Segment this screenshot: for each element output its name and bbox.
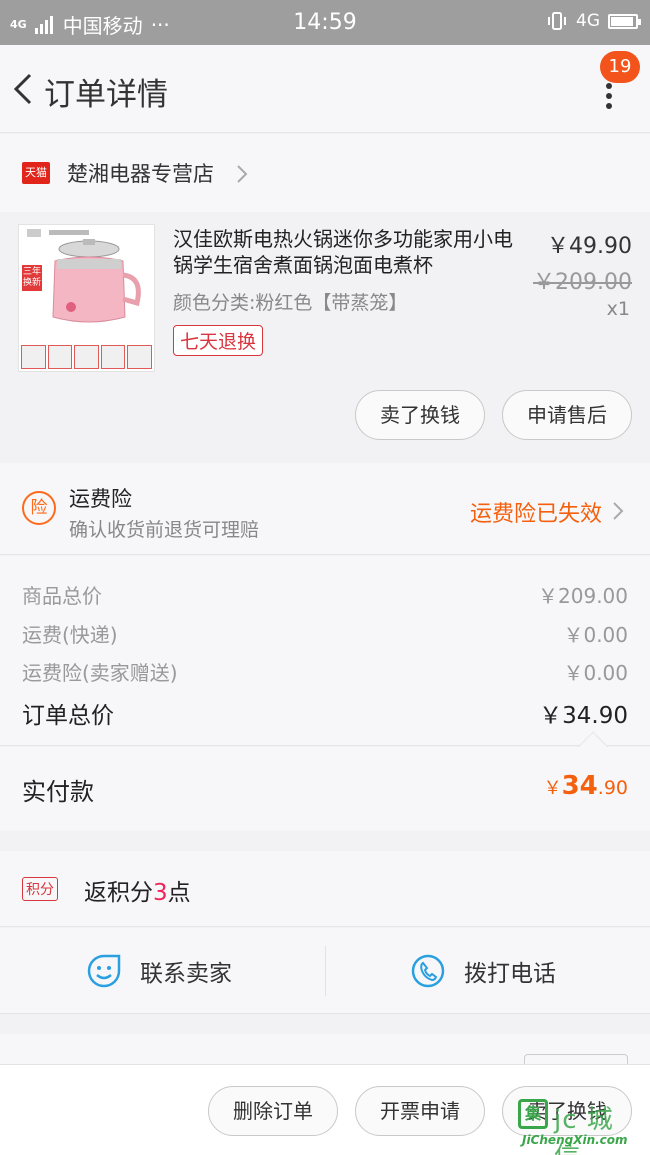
store-name: 楚湘电器专营店	[67, 162, 214, 186]
points-text: 返积分3点	[84, 873, 191, 907]
insurance-status: 运费险已失效	[469, 502, 602, 527]
summary-label: 运费(快递)	[22, 623, 118, 647]
battery-icon	[608, 13, 641, 29]
contact-seller-label: 联系卖家	[140, 961, 232, 987]
insurance-icon: 险	[22, 491, 56, 525]
insurance-title: 运费险	[69, 487, 132, 511]
summary-row: 运费险(卖家赠送) ￥0.00	[22, 657, 628, 686]
product-thumbnail[interactable]: 三年换新	[18, 224, 155, 372]
product-quantity: x1	[606, 298, 630, 320]
store-row[interactable]: 天猫 楚湘电器专营店	[0, 134, 650, 212]
call-phone-button[interactable]: 拨打电话	[410, 928, 556, 1014]
order-total-row: 订单总价 ￥34.90	[22, 696, 628, 730]
phone-icon	[411, 954, 445, 988]
product-spec: 颜色分类:粉红色【带蒸笼】	[173, 292, 408, 314]
sell-for-cash-button[interactable]: 卖了换钱	[355, 390, 485, 440]
site-watermark: 集 jc 城 信 JiChengXin.com	[518, 1095, 646, 1155]
product-card[interactable]: 三年换新 汉佳欧斯电热火锅迷你多功能家用小电锅学生宿舍煮面锅泡面电煮杯 颜色分类…	[0, 212, 650, 462]
order-total-value: ￥34.90	[539, 703, 628, 729]
paid-amount-row: 实付款 ￥34.90	[0, 747, 650, 831]
points-prefix: 返积分	[84, 880, 153, 906]
points-icon: 积分	[22, 877, 58, 901]
page-title: 订单详情	[44, 77, 168, 113]
network-type: 4G	[576, 11, 600, 31]
tmall-logo-icon: 天猫	[22, 162, 50, 184]
points-row: 积分 返积分3点	[0, 851, 650, 927]
next-section-partial	[0, 1034, 650, 1074]
shipping-insurance-row[interactable]: 险 运费险 确认收货前退货可理赔 运费险已失效	[0, 463, 650, 555]
paid-amount: ￥34.90	[544, 771, 628, 801]
paid-label: 实付款	[22, 778, 94, 806]
divider	[325, 946, 326, 996]
invoice-request-button[interactable]: 开票申请	[355, 1086, 485, 1136]
summary-value: ￥0.00	[563, 661, 628, 685]
product-price: ￥49.90	[547, 234, 632, 259]
watermark-en: JiChengXin.com	[522, 1133, 628, 1147]
summary-row: 运费(快递) ￥0.00	[22, 619, 628, 648]
contact-seller-button[interactable]: 联系卖家	[86, 928, 232, 1014]
status-right: 4G	[546, 11, 641, 31]
nav-bar: 订单详情 19	[0, 45, 650, 133]
message-count-badge: 19	[600, 51, 640, 83]
watermark-logo-icon: 集	[518, 1099, 548, 1129]
summary-label: 运费险(卖家赠送)	[22, 661, 178, 685]
status-bar: 4G 中国移动 ··· 14:59 4G	[0, 0, 650, 45]
contact-bar: 联系卖家 拨打电话	[0, 928, 650, 1014]
paid-decimal: .90	[597, 777, 628, 799]
summary-label: 商品总价	[22, 584, 102, 608]
price-summary: 商品总价 ￥209.00 运费(快递) ￥0.00 运费险(卖家赠送) ￥0.0…	[0, 556, 650, 746]
battery-level	[611, 16, 633, 26]
summary-value: ￥0.00	[563, 623, 628, 647]
return-policy-tag: 七天退换	[173, 325, 264, 356]
image-tag: 三年换新	[22, 265, 42, 291]
product-title[interactable]: 汉佳欧斯电热火锅迷你多功能家用小电锅学生宿舍煮面锅泡面电煮杯	[173, 226, 525, 278]
paid-currency: ￥	[543, 778, 562, 799]
points-suffix: 点	[167, 880, 191, 906]
product-original-price: ￥209.00	[533, 270, 632, 295]
after-sales-button[interactable]: 申请售后	[502, 390, 632, 440]
order-total-label: 订单总价	[22, 703, 114, 729]
vibrate-icon	[548, 12, 566, 30]
paid-integer: 34	[561, 771, 598, 801]
chevron-right-icon	[237, 165, 248, 183]
delete-order-button[interactable]: 删除订单	[208, 1086, 338, 1136]
call-phone-label: 拨打电话	[464, 961, 556, 987]
back-arrow-icon[interactable]	[12, 73, 34, 105]
thumbnail-strip	[19, 343, 154, 371]
more-menu-icon[interactable]	[606, 83, 614, 109]
summary-value: ￥209.00	[538, 584, 628, 608]
chevron-right-icon	[613, 502, 624, 520]
chat-smiley-icon	[87, 954, 121, 988]
summary-row: 商品总价 ￥209.00	[22, 580, 628, 609]
insurance-subtitle: 确认收货前退货可理赔	[69, 519, 260, 541]
points-number: 3	[153, 880, 168, 906]
